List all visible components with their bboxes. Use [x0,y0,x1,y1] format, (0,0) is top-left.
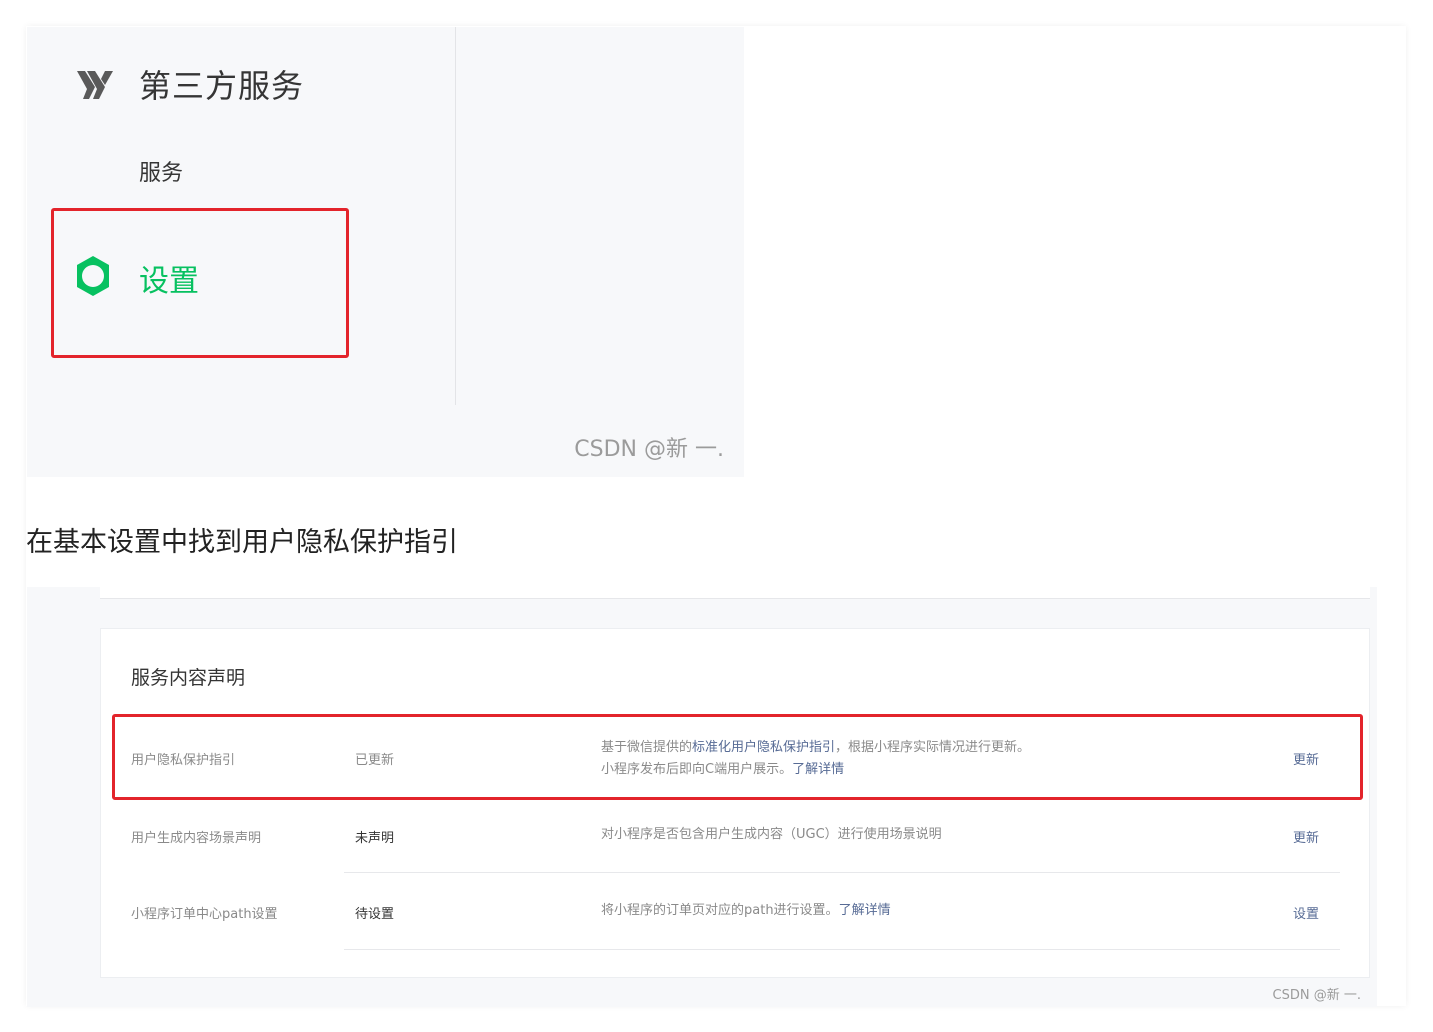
watermark: CSDN @新 一. [574,437,724,462]
settings-button[interactable]: 设置 [1293,903,1319,922]
service-declaration-card: 服务内容声明 用户隐私保护指引 已更新 基于微信提供的标准化用户隐私保护指引，根… [100,628,1370,978]
learn-more-link[interactable]: 了解详情 [839,903,891,918]
row-name: 小程序订单中心path设置 [131,907,278,922]
caption-text: 在基本设置中找到用户隐私保护指引 [26,527,458,558]
row-divider [344,872,1340,873]
brand-logo-icon [77,71,113,99]
nav-item-settings[interactable]: 设置 [139,256,199,300]
row-name: 用户生成内容场景声明 [131,831,262,846]
row-status: 未声明 [355,831,395,846]
watermark: CSDN @新 一. [1272,988,1361,1003]
card-title: 服务内容声明 [131,667,246,689]
gear-icon [77,256,109,296]
previous-card-edge [100,587,1370,599]
brand-title: 第三方服务 [139,67,305,105]
privacy-row-highlight-box [112,714,1363,800]
vertical-divider [455,27,456,405]
service-declaration-screenshot: 服务内容声明 用户隐私保护指引 已更新 基于微信提供的标准化用户隐私保护指引，根… [27,587,1377,1007]
desc-text: 将小程序的订单页对应的path进行设置。 [601,903,839,918]
nav-item-services[interactable]: 服务 [139,155,183,187]
update-button[interactable]: 更新 [1293,827,1319,846]
row-description: 对小程序是否包含用户生成内容（UGC）进行使用场景说明 [601,827,942,842]
row-description: 将小程序的订单页对应的path进行设置。了解详情 [601,903,891,919]
row-divider [344,949,1340,950]
sidebar-screenshot: 第三方服务 服务 设置 CSDN @新 一. [27,27,744,477]
row-status: 待设置 [355,907,395,922]
